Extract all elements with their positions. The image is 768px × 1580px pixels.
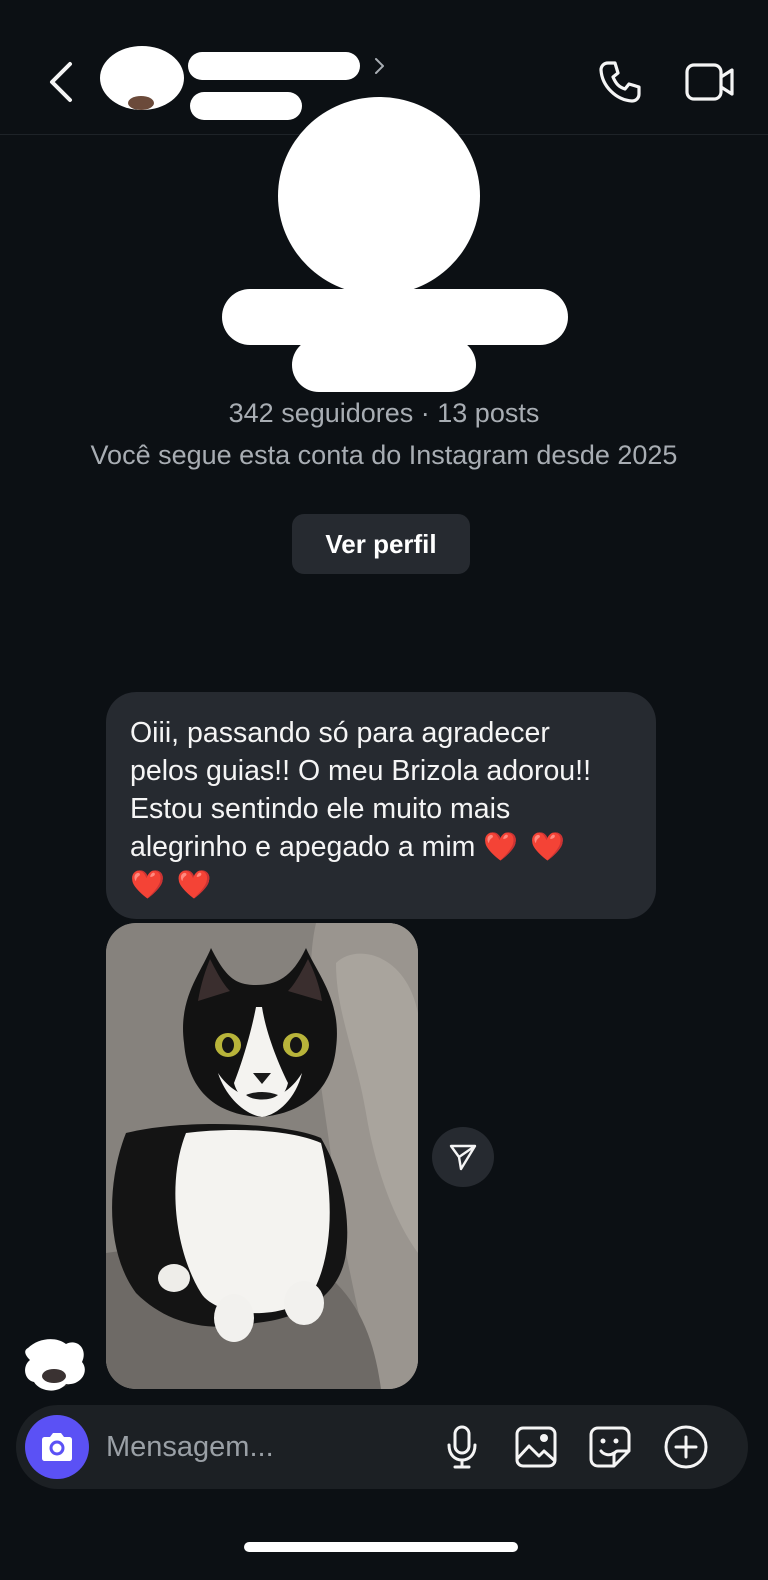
- view-profile-button[interactable]: Ver perfil: [292, 514, 470, 574]
- sticker-button[interactable]: [586, 1423, 634, 1471]
- plus-circle-icon: [664, 1425, 708, 1469]
- heart-emoji: ❤️ ❤️: [130, 869, 214, 900]
- chevron-left-icon: [50, 62, 72, 102]
- message-line: pelos guias!! O meu Brizola adorou!!: [130, 755, 591, 787]
- more-button[interactable]: [662, 1423, 710, 1471]
- call-button[interactable]: [596, 58, 644, 106]
- message-line: ❤️ ❤️: [130, 866, 634, 904]
- contact-username-redacted: [190, 92, 302, 120]
- profile-stats: 342 seguidores · 13 posts: [228, 398, 540, 428]
- chat-screen: 342 seguidores · 13 posts Você segue est…: [0, 0, 768, 1580]
- gallery-button[interactable]: [512, 1423, 560, 1471]
- follow-since-text: Você segue esta conta do Instagram desde…: [90, 440, 678, 470]
- profile-avatar-redacted[interactable]: [278, 97, 480, 295]
- cat-photo: [106, 923, 418, 1389]
- message-composer: [16, 1405, 748, 1489]
- share-button[interactable]: [432, 1127, 494, 1187]
- photo-message[interactable]: [106, 923, 418, 1389]
- message-line-text: alegrinho e apegado a mim: [130, 831, 476, 863]
- video-camera-icon: [685, 63, 734, 101]
- message-line: alegrinho e apegado a mim ❤️ ❤️: [130, 828, 634, 866]
- heart-emoji: ❤️ ❤️: [483, 831, 567, 862]
- phone-icon: [599, 61, 641, 103]
- message-line: Oiii, passando só para agradecer: [130, 717, 550, 749]
- home-indicator[interactable]: [244, 1542, 518, 1552]
- chevron-right-icon: [375, 58, 384, 74]
- sender-avatar-redacted[interactable]: [22, 1336, 90, 1394]
- microphone-icon: [447, 1425, 477, 1469]
- contact-avatar[interactable]: [100, 46, 184, 110]
- profile-username-redacted: [292, 338, 476, 392]
- message-line: Estou sentindo ele muito mais: [130, 793, 511, 825]
- camera-button[interactable]: [25, 1415, 89, 1479]
- video-call-button[interactable]: [684, 58, 736, 106]
- microphone-button[interactable]: [438, 1423, 486, 1471]
- sticker-icon: [589, 1426, 631, 1468]
- paper-plane-icon: [449, 1144, 477, 1171]
- message-input[interactable]: [106, 1421, 426, 1473]
- profile-name-redacted: [222, 289, 568, 345]
- back-button[interactable]: [40, 58, 84, 106]
- contact-name-redacted[interactable]: [188, 52, 360, 80]
- camera-icon: [42, 1433, 72, 1461]
- image-icon: [515, 1426, 557, 1468]
- received-message-bubble[interactable]: Oiii, passando só para agradecer pelos g…: [106, 692, 656, 919]
